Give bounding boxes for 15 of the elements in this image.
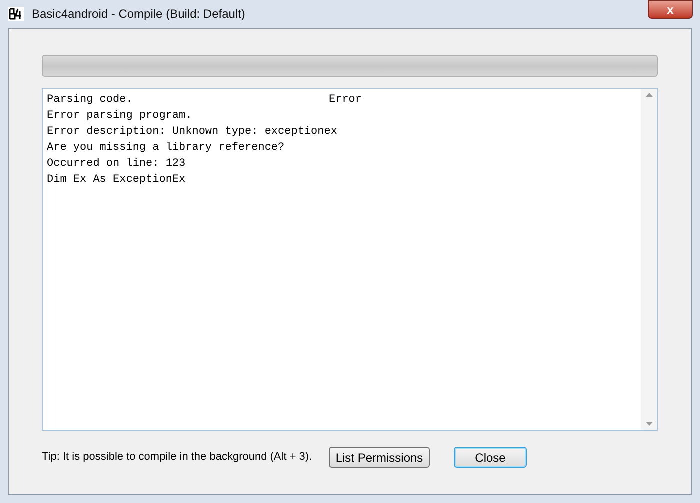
log-line: Error parsing program. [47,110,192,122]
scroll-up-icon[interactable] [646,93,652,97]
log-line: Error description: Unknown type: exceptionex [47,126,338,138]
tip-text: Tip: It is possible to compile in the background (Alt + 3). [42,450,314,466]
log-line: Dim Ex As ExceptionEx [47,174,186,186]
app-logo-icon [8,7,24,21]
log-status: Error [329,93,362,108]
scroll-down-icon[interactable] [646,422,652,426]
dialog-button[interactable]: List Permissions [329,447,430,468]
log-line: Parsing code. [47,93,134,108]
dialog-button[interactable]: Close [454,447,527,468]
window-title: Basic4android - Compile (Build: Default) [32,6,246,23]
window-close-button[interactable]: x [648,0,693,19]
log-line: Occurred on line: 123 [47,158,186,170]
log-line: Are you missing a library reference? [47,142,285,154]
